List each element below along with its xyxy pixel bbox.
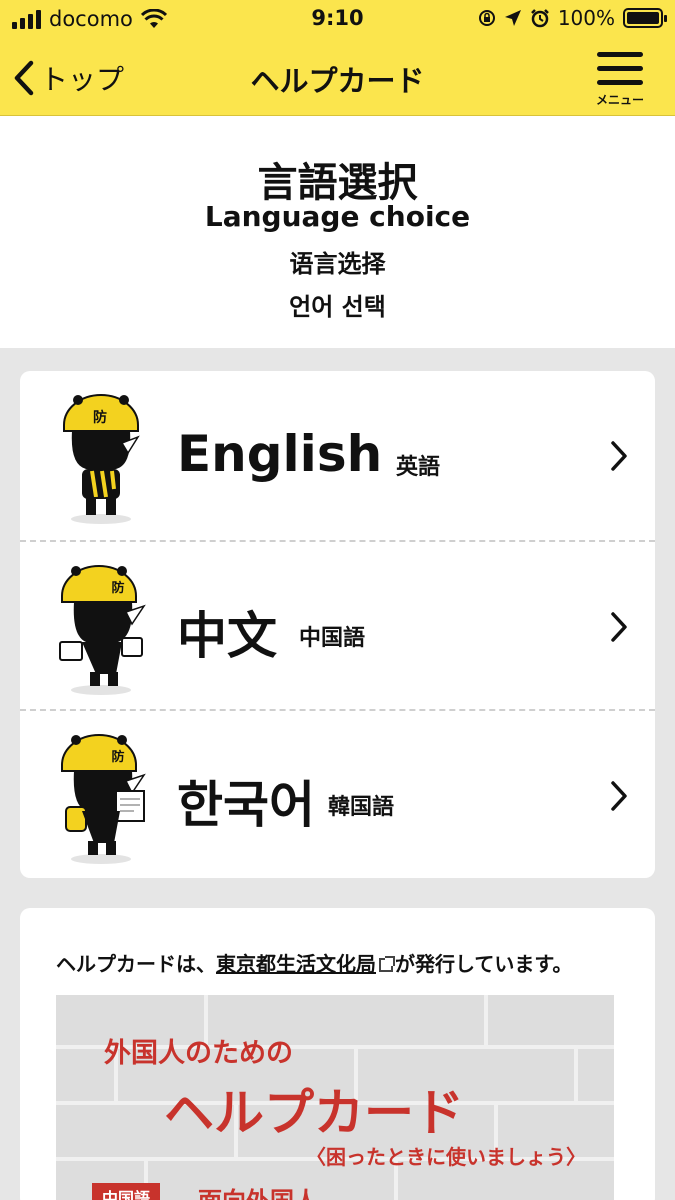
language-option-chinese[interactable]: 防 中文 中国語: [20, 540, 655, 709]
language-name-ja: 英語: [396, 455, 441, 480]
chevron-right-icon: [611, 781, 627, 811]
header-title-ko: 언어 선택: [289, 293, 386, 321]
language-option-english[interactable]: 防 English 英語: [20, 371, 655, 540]
issuer-link[interactable]: 東京都生活文化局: [216, 952, 376, 976]
issuer-info-card: ヘルプカードは、東京都生活文化局 が発行しています。 外国人のための ヘルプカード…: [20, 908, 655, 1200]
menu-button[interactable]: メニュー: [595, 50, 645, 107]
chevron-right-icon: [611, 612, 627, 642]
language-header: 言語選択 Language choice 语言选择 언어 선택: [0, 116, 675, 348]
svg-text:防: 防: [111, 580, 124, 596]
language-name: 中文: [177, 607, 277, 665]
rotation-lock-icon: [478, 10, 495, 26]
issuer-text: ヘルプカードは、東京都生活文化局 が発行しています。: [56, 952, 573, 976]
banner-title: ヘルプカード: [164, 1084, 464, 1142]
banner-audience: 面向外国人: [198, 1181, 318, 1200]
alarm-icon: [530, 9, 549, 28]
status-right: 100%: [478, 6, 667, 30]
battery-icon: [623, 8, 667, 28]
menu-label: メニュー: [595, 93, 644, 107]
language-name: English: [177, 425, 383, 483]
rhino-mascot-icon: 防: [59, 565, 146, 695]
chevron-right-icon: [611, 441, 627, 471]
hamburger-icon: [597, 52, 643, 57]
language-list: 防 English 英語 防 中文 中国語 防 한국어 韓国語: [20, 371, 655, 878]
language-name: 한국어: [177, 776, 315, 834]
language-option-korean[interactable]: 防 한국어 韓国語: [20, 709, 655, 878]
language-name-ja: 韓国語: [328, 795, 395, 820]
language-name-ja: 中国語: [299, 626, 366, 651]
status-bar: docomo 9:10 100%: [0, 0, 675, 38]
external-link-icon: [379, 956, 395, 972]
rhino-mascot-icon: 防: [63, 394, 140, 524]
location-icon: [504, 10, 521, 26]
header-title-en: Language choice: [204, 200, 471, 233]
banner-language-tag: 中国語: [92, 1183, 161, 1200]
banner-subtitle: 外国人のための: [104, 1038, 293, 1069]
svg-text:防: 防: [111, 749, 124, 765]
nav-bar: トップ ヘルプカード メニュー: [0, 38, 675, 116]
banner-note: 〈困ったときに使いましょう〉: [306, 1145, 586, 1169]
help-card-banner[interactable]: 外国人のための ヘルプカード 〈困ったときに使いましょう〉 中国語 面向外国人: [56, 995, 614, 1200]
header-title-zh: 语言选择: [289, 250, 386, 278]
battery-percent: 100%: [557, 6, 615, 30]
svg-text:防: 防: [93, 409, 107, 426]
rhino-mascot-icon: 防: [61, 734, 146, 864]
page-title: ヘルプカード: [250, 64, 425, 98]
